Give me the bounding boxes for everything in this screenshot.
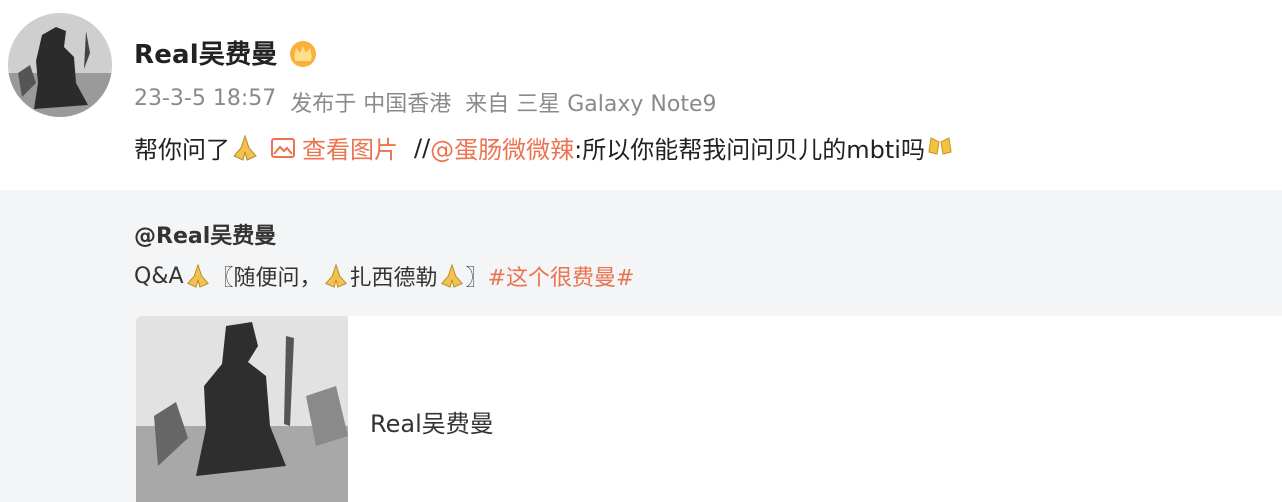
mention-link[interactable]: @蛋肠微微辣	[430, 130, 574, 165]
crown-badge-icon[interactable]	[286, 38, 320, 68]
author-name[interactable]: Real吴费曼	[134, 34, 278, 71]
statue-avatar-image	[8, 13, 112, 117]
card-thumbnail	[136, 316, 348, 502]
reposted-weibo[interactable]: @Real吴费曼 Q&A 〖随便问， 扎西德勒 〗 #这个很费曼# Real吴费…	[0, 190, 1282, 502]
repost-bracket-close: 〗	[465, 266, 488, 291]
view-image-link[interactable]: 查看图片	[302, 130, 398, 165]
repost-author[interactable]: @Real吴费曼	[134, 218, 276, 250]
post-time[interactable]: 23-3-5 18:57	[134, 86, 276, 118]
post-location: 发布于 中国香港	[290, 92, 452, 117]
post-content: 帮你问了 查看图片 // @蛋肠微微辣 :所以你能帮我问问贝儿的mbti吗	[134, 130, 955, 165]
praying-hands-icon	[322, 263, 350, 289]
repost-bracket-open: 〖随便问，	[211, 266, 322, 291]
statue-thumbnail-image	[136, 316, 348, 502]
weibo-post: Real吴费曼 23-3-5 18:57 发布于 中国香港 来自 三星 Gala…	[0, 0, 1282, 190]
repost-text: Q&A 〖随便问， 扎西德勒 〗 #这个很费曼#	[134, 260, 634, 292]
link-card[interactable]: Real吴费曼	[136, 316, 1282, 502]
topic-link[interactable]: #这个很费曼#	[488, 260, 635, 292]
praying-hands-icon	[184, 263, 212, 289]
repost-middle: 扎西德勒	[349, 266, 438, 291]
repost-text-start: Q&A	[134, 263, 184, 289]
repost-separator: //	[414, 133, 431, 162]
cheers-emoji-icon	[925, 134, 955, 162]
card-title[interactable]: Real吴费曼	[370, 404, 494, 439]
praying-hands-icon	[438, 263, 466, 289]
avatar[interactable]	[8, 13, 112, 117]
post-text: 帮你问了	[134, 136, 230, 164]
post-source[interactable]: 来自 三星 Galaxy Note9	[465, 86, 716, 118]
praying-hands-icon	[230, 133, 260, 162]
quoted-text: :所以你能帮我问问贝儿的mbti吗	[574, 136, 925, 164]
image-icon[interactable]	[270, 137, 296, 159]
